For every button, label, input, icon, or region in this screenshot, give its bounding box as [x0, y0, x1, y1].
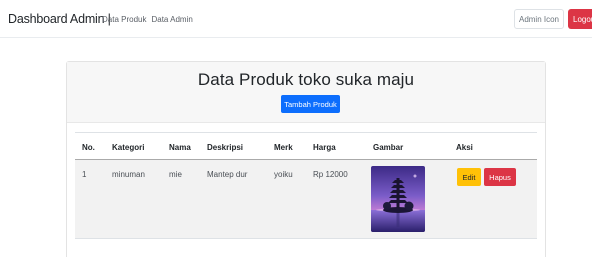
cell-nama: mie	[169, 170, 182, 179]
cell-no: 1	[82, 170, 87, 179]
nav-link-data-produk[interactable]: Data Produk	[102, 15, 146, 24]
page-title: Data Produk toko suka maju	[197, 70, 415, 89]
product-card: Data Produk toko suka maju Tambah Produk…	[66, 61, 546, 257]
navbar: Dashboard Admin | Data Produk Data Admin…	[0, 0, 592, 38]
header-deskripsi: Deskripsi	[207, 143, 244, 152]
cell-merk: yoiku	[274, 170, 293, 179]
header-no: No.	[82, 143, 95, 152]
header-aksi: Aksi	[456, 143, 473, 152]
cell-kategori: minuman	[112, 170, 145, 179]
header-merk: Merk	[274, 143, 293, 152]
temple-photo-icon	[371, 166, 425, 232]
header-harga: Harga	[313, 143, 336, 152]
navbar-brand[interactable]: Dashboard Admin |	[8, 12, 111, 26]
edit-button[interactable]: Edit	[457, 168, 481, 186]
product-image	[371, 166, 425, 232]
header-kategori: Kategori	[112, 143, 145, 152]
header-nama: Nama	[169, 143, 191, 152]
admin-icon-button[interactable]: Admin Icon	[514, 9, 564, 29]
card-header: Data Produk toko suka maju Tambah Produk	[67, 62, 545, 123]
logout-button[interactable]: Logout	[568, 9, 592, 29]
delete-button[interactable]: Hapus	[484, 168, 516, 186]
table-row: 1 minuman mie Mantep dur yoiku Rp 12000	[75, 160, 537, 239]
cell-harga: Rp 12000	[313, 170, 348, 179]
nav-link-data-admin[interactable]: Data Admin	[151, 15, 192, 24]
add-product-button[interactable]: Tambah Produk	[281, 95, 340, 113]
cell-deskripsi: Mantep dur	[207, 170, 248, 179]
table-header-row: No. Kategori Nama Deskripsi Merk Harga G…	[75, 132, 537, 160]
nav-links: Data Produk Data Admin	[102, 15, 193, 24]
header-gambar: Gambar	[373, 143, 404, 152]
